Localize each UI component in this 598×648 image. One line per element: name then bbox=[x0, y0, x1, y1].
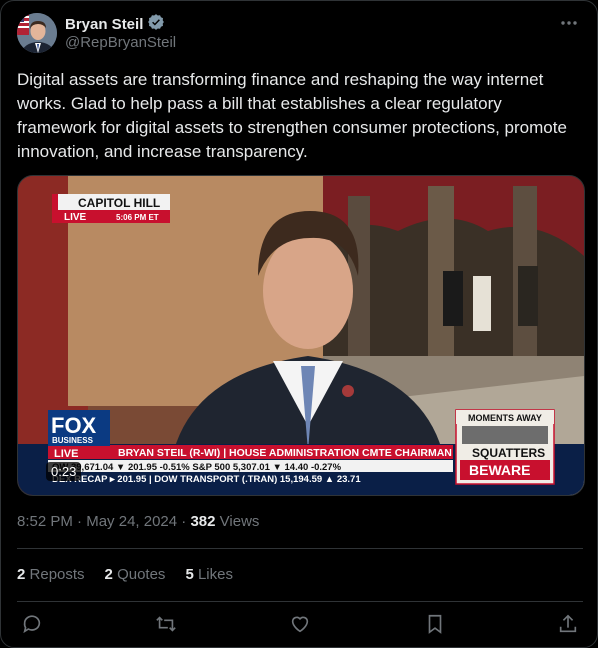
tweet-timestamp: 8:52 PM · May 24, 2024 · 382 Views bbox=[17, 513, 259, 530]
repost-icon[interactable] bbox=[154, 613, 178, 637]
reposts-label: Reposts bbox=[29, 566, 85, 583]
views-count: 382 bbox=[190, 513, 216, 530]
reposts-count: 2 bbox=[17, 566, 26, 583]
video-frame: CAPITOL HILL LIVE 5:06 PM ET FOX BUSINES… bbox=[18, 176, 584, 495]
reposts-link[interactable]: 2 Reposts bbox=[17, 566, 85, 583]
live-label: LIVE bbox=[64, 212, 87, 223]
video-duration: 0:23 bbox=[46, 462, 82, 481]
author-handle[interactable]: @RepBryanSteil bbox=[65, 34, 176, 51]
share-icon[interactable] bbox=[557, 613, 581, 637]
video-player[interactable]: CAPITOL HILL LIVE 5:06 PM ET FOX BUSINES… bbox=[17, 175, 585, 496]
tweet-date[interactable]: May 24, 2024 bbox=[86, 513, 177, 530]
quotes-count: 2 bbox=[104, 566, 113, 583]
live-time: 5:06 PM ET bbox=[116, 213, 159, 222]
more-icon[interactable] bbox=[559, 13, 579, 33]
tweet-card: Bryan Steil @RepBryanSteil Digital asset… bbox=[0, 0, 598, 648]
like-icon[interactable] bbox=[289, 613, 313, 637]
separator-dot: · bbox=[77, 513, 87, 530]
avatar[interactable] bbox=[17, 13, 57, 53]
chyron-name: BRYAN STEIL (R-WI) | HOUSE ADMINISTRATIO… bbox=[118, 447, 452, 459]
author-name[interactable]: Bryan Steil bbox=[65, 16, 143, 33]
quotes-link[interactable]: 2 Quotes bbox=[105, 566, 166, 583]
likes-count: 5 bbox=[185, 566, 194, 583]
bookmark-icon[interactable] bbox=[424, 613, 448, 637]
reply-icon[interactable] bbox=[21, 613, 45, 637]
ticker-row2: DEX RECAP ▸ 201.95 | DOW TRANSPORT (.TRA… bbox=[52, 474, 361, 485]
verified-badge-icon bbox=[147, 13, 165, 36]
tweet-time[interactable]: 8:52 PM bbox=[17, 513, 73, 530]
promo-top: MOMENTS AWAY bbox=[468, 413, 542, 423]
network-name: FOX bbox=[51, 413, 97, 438]
quotes-label: Quotes bbox=[117, 566, 166, 583]
divider bbox=[17, 601, 583, 602]
network-live: LIVE bbox=[54, 448, 78, 460]
likes-label: Likes bbox=[197, 566, 233, 583]
promo-line1: SQUATTERS bbox=[472, 446, 545, 460]
divider bbox=[17, 548, 583, 549]
engagement-stats: 2 Reposts 2 Quotes 5 Likes bbox=[17, 566, 233, 583]
views-label: Views bbox=[219, 513, 260, 530]
location-label: CAPITOL HILL bbox=[78, 196, 160, 210]
network-sub: BUSINESS bbox=[52, 436, 94, 445]
promo-line2: BEWARE bbox=[469, 462, 530, 478]
action-bar bbox=[21, 613, 579, 637]
tweet-text: Digital assets are transforming finance … bbox=[17, 70, 572, 161]
ticker-row1: OW 39,671.04 ▼ 201.95 -0.51% S&P 500 5,3… bbox=[52, 462, 342, 473]
likes-link[interactable]: 5 Likes bbox=[185, 566, 233, 583]
